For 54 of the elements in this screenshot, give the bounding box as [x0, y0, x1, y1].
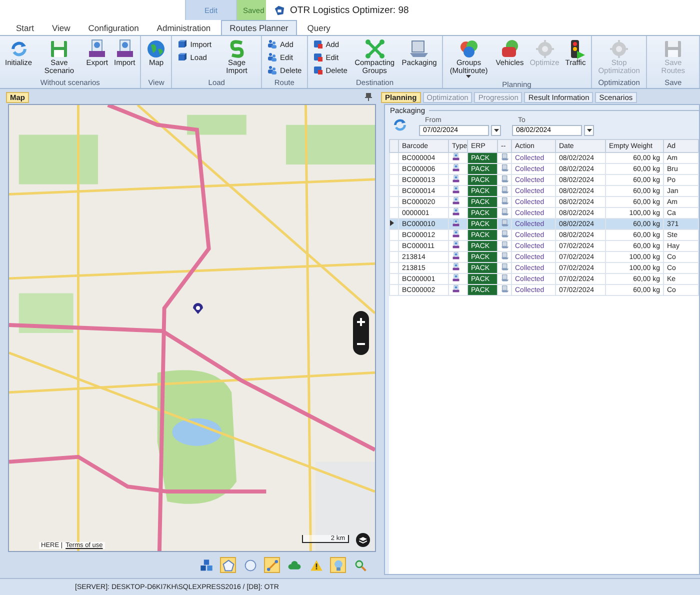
refresh-icon — [8, 39, 29, 59]
pentagon-icon — [222, 558, 234, 572]
row-header[interactable] — [390, 218, 398, 230]
ribbon-tab[interactable]: Administration — [148, 21, 219, 35]
window-title: OTR Logistics Optimizer: 98 — [290, 4, 409, 16]
document-icon — [87, 39, 108, 59]
document-icon — [114, 39, 135, 59]
circles-icon — [458, 39, 479, 59]
stack-icon — [500, 39, 520, 59]
map-tool-button[interactable] — [242, 557, 258, 573]
square-icon — [312, 65, 323, 75]
people-icon — [267, 39, 278, 49]
bulb-icon — [332, 558, 344, 572]
dropdown-button[interactable] — [491, 125, 501, 136]
caret-icon — [494, 128, 498, 132]
map-tool-button[interactable] — [198, 557, 214, 573]
caret-icon — [466, 74, 472, 79]
cube-icon — [177, 52, 188, 62]
magnifier-icon — [354, 558, 366, 572]
circle-icon — [244, 558, 256, 572]
ribbon-tab[interactable]: View — [44, 21, 78, 35]
document-icon — [452, 154, 460, 161]
network-icon — [364, 39, 385, 59]
row-pointer-icon — [390, 220, 394, 226]
map-marker-icon[interactable] — [192, 303, 204, 315]
cloud-icon — [288, 558, 300, 572]
ribbon-tab[interactable]: Routes Planner — [220, 20, 298, 35]
floppy-icon — [49, 39, 70, 59]
gear-icon — [609, 39, 630, 59]
map-tool-button[interactable] — [220, 557, 236, 573]
map-tool-button[interactable] — [330, 557, 346, 573]
gear-icon — [534, 39, 554, 59]
refresh-icon — [392, 117, 408, 133]
pin-icon[interactable] — [365, 93, 372, 101]
route-icon — [266, 558, 278, 572]
layers-icon — [359, 536, 367, 544]
people-icon — [267, 52, 278, 62]
square-icon — [312, 52, 323, 62]
cube-icon — [177, 39, 188, 49]
warning-icon — [310, 558, 322, 572]
plus-icon — [357, 318, 365, 326]
ribbon-tab[interactable]: Configuration — [80, 21, 147, 35]
ribbon-tab[interactable]: Start — [8, 21, 42, 35]
app-logo-icon — [274, 4, 285, 16]
cubes-icon — [200, 558, 212, 572]
map-tool-button[interactable] — [264, 557, 280, 573]
ribbon-tab[interactable]: Query — [299, 21, 338, 35]
globe-icon — [146, 39, 166, 59]
square-icon — [312, 39, 323, 49]
dropdown-button[interactable] — [584, 125, 594, 136]
minus-icon — [357, 340, 365, 348]
caret-icon — [586, 128, 592, 132]
floppy-icon — [663, 39, 684, 59]
people-icon — [267, 65, 278, 75]
